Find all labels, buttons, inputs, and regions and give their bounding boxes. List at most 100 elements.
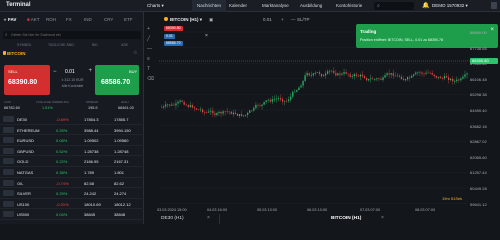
tab-ind[interactable]: IND	[84, 17, 92, 22]
chart-tab-de30[interactable]: DE30 (H1)	[161, 216, 184, 221]
fibonacci-icon[interactable]: ≡	[147, 56, 157, 66]
chart-instrument[interactable]: BITCOIN (H1) ▾	[164, 17, 202, 23]
tab-akt[interactable]: ■AKT	[27, 17, 39, 22]
chart-qty-value[interactable]: 0.01	[263, 17, 272, 22]
symbol-search-input[interactable]	[11, 32, 131, 38]
list-item[interactable]: GBPUSD 0.52% 1.28738 1.28748	[0, 146, 144, 157]
quantity-value[interactable]: 0.01	[65, 69, 75, 75]
candle-body	[325, 73, 327, 76]
list-item[interactable]: US500 0.04% 38845 38848	[0, 209, 144, 220]
buy-button[interactable]: BUY 68586.70	[95, 65, 139, 95]
candle-body	[222, 111, 224, 114]
chart-type-icon[interactable]: ▣	[209, 17, 213, 23]
instrument-name: GOLD	[17, 159, 29, 165]
candle-body	[347, 73, 349, 75]
list-item[interactable]: US100 -0.31% 18010.69 18012.12	[0, 199, 144, 210]
candle-body	[251, 110, 253, 112]
current-price-tag: 68390.80	[470, 58, 498, 64]
tab-roh[interactable]: ROH	[46, 17, 56, 22]
tab-marktanalyse[interactable]: Marktanalyse	[262, 3, 289, 8]
text-tool-icon[interactable]: T	[147, 66, 157, 76]
instrument-icon	[3, 158, 14, 165]
candle-body	[171, 104, 173, 106]
tab-etf[interactable]: ETF	[124, 17, 133, 22]
col-header-change: TÄGLICHE ÄND.	[48, 43, 75, 47]
account-selector[interactable]: DEMO 1570932 ▾	[432, 3, 468, 9]
instrument-change: 0.22%	[56, 159, 68, 165]
close-icon[interactable]: ×	[207, 215, 210, 221]
list-item[interactable]: EURUSD 0.08% 1.09502 1.09560	[0, 135, 144, 146]
plus-icon[interactable]: +	[88, 68, 92, 74]
candle-body	[386, 73, 388, 76]
candle-body	[378, 78, 380, 80]
candle-body	[361, 74, 364, 77]
price-axis-label: 67738.68	[470, 45, 487, 51]
star-icon[interactable]: ☆	[133, 50, 137, 56]
col-header-ask: ASK	[121, 43, 129, 47]
buy-price: 68586.70	[101, 79, 131, 86]
list-item[interactable]: NATGAS 0.38% 1.789 1.801	[0, 167, 144, 178]
sltp-button[interactable]: SL/TP	[297, 17, 310, 22]
category-dot-icon: ■	[27, 17, 30, 22]
candle-body	[415, 72, 417, 75]
instrument-name: DE30	[17, 117, 28, 122]
tab-fav[interactable]: FAV	[8, 17, 16, 22]
charts-menu[interactable]: Charts ▾	[147, 3, 164, 9]
horizontal-line-icon[interactable]: ―	[147, 46, 157, 56]
instrument-change: -0.69%	[56, 117, 69, 122]
tab-ausbildung[interactable]: Ausbildung	[300, 3, 322, 8]
theme-toggle-icon[interactable]	[491, 2, 497, 9]
position-size-tag[interactable]: 0.01	[164, 34, 175, 39]
list-item[interactable]: SILVER 0.29% 24.242 24.274	[0, 188, 144, 199]
symbol-search[interactable]: ⌕	[3, 31, 141, 39]
sell-button[interactable]: SELL 68390.80	[4, 65, 50, 95]
global-search[interactable]: ⌕	[374, 2, 414, 10]
candle-body	[275, 98, 277, 100]
candle-body	[329, 70, 331, 72]
crosshair-icon[interactable]: +	[147, 26, 157, 36]
candle-body	[421, 72, 423, 74]
candle-body	[456, 79, 458, 82]
minus-icon[interactable]: −	[53, 69, 57, 75]
instrument-ask: 3994.150	[114, 127, 131, 133]
trendline-icon[interactable]: ╱	[147, 36, 157, 46]
price-axis-label: 65298.38	[470, 92, 487, 98]
close-icon[interactable]: ×	[490, 27, 494, 33]
price-axis-label: 68900.00	[470, 30, 487, 35]
tab-nachrichten[interactable]: Nachrichten	[192, 0, 227, 12]
open-position-line[interactable]: 68390.80	[164, 26, 183, 31]
list-item[interactable]: OIL -0.74% 82.58 82.62	[0, 178, 144, 189]
candle-body	[400, 76, 403, 80]
candle-body	[333, 70, 335, 73]
tab-cry[interactable]: CRY	[104, 17, 113, 22]
add-indicator-icon[interactable]: +	[281, 17, 284, 22]
list-item[interactable]: DE30 -0.69% 17854.3 17855.7	[0, 114, 144, 125]
fav-star-icon[interactable]: ★	[3, 17, 7, 23]
price-axis-label: 66106.48	[470, 76, 487, 82]
candle-body	[212, 110, 214, 114]
stat-spread: 195.9	[88, 106, 98, 110]
chart-tab-bitcoin[interactable]: BITCOIN (H1)	[331, 216, 361, 221]
quantity-stepper[interactable]: − 0.01 +	[53, 68, 92, 76]
instrument-bid: 2166.95	[84, 159, 99, 165]
tab-kalender[interactable]: Kalender	[229, 3, 247, 8]
candle-body	[433, 74, 435, 77]
candle-body	[390, 73, 392, 75]
candle-body	[240, 114, 243, 117]
list-item[interactable]: ETHEREUM 0.25% 3988.44 3994.150	[0, 125, 144, 136]
close-icon[interactable]: ×	[381, 215, 384, 221]
close-icon[interactable]: ×	[205, 33, 208, 39]
candle-body	[310, 75, 312, 76]
line-style-icon[interactable]: —	[291, 17, 296, 22]
bell-icon[interactable]: 🔔	[422, 2, 429, 9]
candle-body	[425, 72, 427, 74]
list-item[interactable]: GOLD 0.22% 2166.95 2167.31	[0, 156, 144, 167]
candle-body	[302, 80, 304, 86]
candle-body	[439, 76, 441, 79]
candle-body	[253, 107, 255, 111]
eraser-icon[interactable]: ⌫	[147, 76, 157, 86]
tab-fx[interactable]: FX	[66, 17, 72, 22]
candle-body	[380, 78, 382, 80]
pending-order-line[interactable]: 68586.70	[164, 41, 183, 46]
tab-kontohistorie[interactable]: Kontohistorie	[336, 3, 362, 8]
